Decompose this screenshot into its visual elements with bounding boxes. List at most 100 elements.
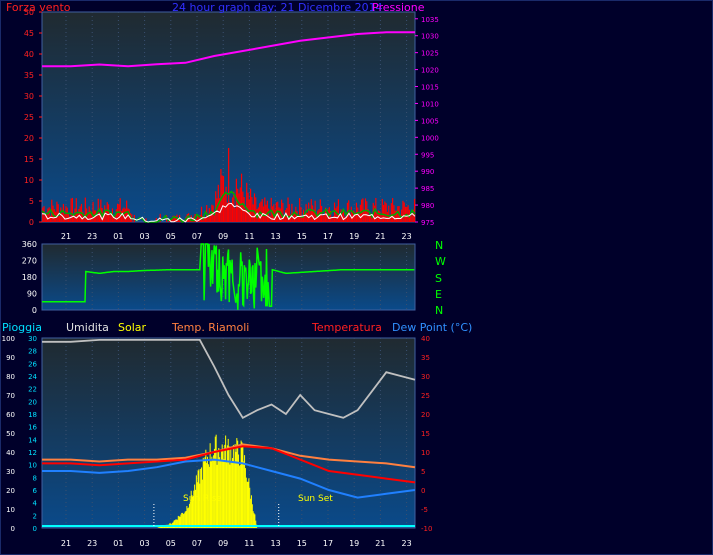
temp-y-tick-label: 0 (421, 487, 425, 495)
direction-y-tick-label: 180 (22, 273, 37, 282)
weather-x-tick-label: 07 (192, 539, 202, 548)
temp-y-tick-label: 5 (421, 468, 425, 476)
compass-label-n-bottom: N (435, 304, 444, 317)
rain-y-tick-label: 28 (28, 348, 37, 356)
rain-y-tick-label: 20 (28, 398, 37, 406)
pressure-y-tick-label: 985 (421, 185, 434, 193)
direction-y-tick-label: 0 (32, 306, 37, 315)
weather-x-tick-label: 23 (402, 539, 412, 548)
weather-x-tick-label: 03 (140, 539, 150, 548)
temp-y-tick-label: 10 (421, 449, 430, 457)
legend-umidita: Umidita (66, 321, 109, 334)
wind-pressure-x-tick-label: 21 (375, 232, 385, 241)
wind-pressure-x-tick-label: 05 (166, 232, 176, 241)
temp-y-tick-label: 20 (421, 411, 430, 419)
wind-axis-title: Forza vento (6, 1, 71, 14)
pressure-y-tick-label: 1020 (421, 67, 439, 75)
compass-label-n-top: N (435, 239, 444, 252)
rain-y-tick-label: 0 (33, 525, 37, 533)
wind-y-tick-label: 25 (24, 113, 34, 122)
sun-rise-label: Sun Rise (183, 494, 222, 504)
direction-y-tick-label: 360 (22, 240, 37, 249)
rain-y-tick-label: 22 (28, 386, 37, 394)
humidity-y-tick-label: 90 (6, 354, 15, 362)
humidity-y-tick-label: 60 (6, 411, 15, 419)
wind-y-tick-label: 45 (24, 29, 34, 38)
pressure-y-tick-label: 980 (421, 202, 434, 210)
pressure-y-tick-label: 1005 (421, 117, 439, 125)
wind-y-tick-label: 0 (29, 218, 34, 227)
humidity-y-tick-label: 80 (6, 373, 15, 381)
weather-x-tick-label: 19 (349, 539, 359, 548)
pressure-y-tick-label: 1015 (421, 84, 439, 92)
wind-pressure-x-tick-label: 23 (402, 232, 412, 241)
charts-svg: 0510152025303540455097598098599099510001… (2, 8, 439, 548)
humidity-y-tick-label: 40 (6, 449, 15, 457)
rain-y-tick-label: 30 (28, 335, 37, 343)
temp-y-tick-label: -5 (421, 506, 428, 514)
rain-y-tick-label: 4 (33, 500, 38, 508)
compass-label-w: W (435, 255, 446, 268)
wind-pressure-x-tick-label: 03 (140, 232, 150, 241)
temp-y-tick-label: 40 (421, 335, 430, 343)
compass-label-s: S (435, 272, 442, 285)
humidity-y-tick-label: 0 (11, 525, 15, 533)
weather-x-tick-label: 15 (297, 539, 307, 548)
wind-y-tick-label: 20 (24, 134, 34, 143)
weather-x-tick-label: 21 (61, 539, 71, 548)
rain-y-tick-label: 24 (28, 373, 37, 381)
legend-temp-riamoli: Temp. Riamoli (172, 321, 250, 334)
rain-y-tick-label: 2 (33, 512, 37, 520)
wind-pressure-x-tick-label: 13 (271, 232, 281, 241)
direction-y-tick-label: 270 (22, 257, 37, 266)
rain-y-tick-label: 12 (28, 449, 37, 457)
humidity-y-tick-label: 70 (6, 392, 15, 400)
wind-pressure-x-tick-label: 19 (349, 232, 359, 241)
wind-y-tick-label: 15 (24, 155, 34, 164)
compass-label-e: E (435, 288, 442, 301)
wind-pressure-x-tick-label: 09 (218, 232, 228, 241)
wind-pressure-x-tick-label: 23 (87, 232, 97, 241)
wind-pressure-x-tick-label: 01 (113, 232, 123, 241)
rain-y-tick-label: 26 (28, 360, 37, 368)
weather-x-tick-label: 11 (244, 539, 254, 548)
wind-pressure-x-tick-label: 07 (192, 232, 202, 241)
wind-y-tick-label: 35 (24, 71, 34, 80)
wind-pressure-x-tick-label: 17 (323, 232, 333, 241)
pressure-axis-title: Pressione (372, 1, 425, 14)
temp-y-tick-label: -10 (421, 525, 432, 533)
pressure-y-tick-label: 975 (421, 219, 434, 227)
legend-pioggia: Pioggia (2, 321, 42, 334)
legend-dew-point: Dew Point (°C) (392, 321, 473, 334)
pressure-y-tick-label: 1035 (421, 16, 439, 24)
legend-temperatura: Temperatura (312, 321, 382, 334)
pressure-y-tick-label: 995 (421, 151, 434, 159)
wind-pressure-x-tick-label: 15 (297, 232, 307, 241)
pressure-y-tick-label: 1025 (421, 50, 439, 58)
temp-y-tick-label: 15 (421, 430, 430, 438)
rain-y-tick-label: 14 (28, 436, 37, 444)
pressure-y-tick-label: 990 (421, 168, 434, 176)
weather-graph-window: 0 5 10 15 20 25 30 35 40 45 50 975 980 985 990 995 1000 1… (0, 0, 713, 555)
weather-x-tick-label: 23 (87, 539, 97, 548)
wind-y-tick-label: 5 (29, 197, 34, 206)
temp-y-tick-label: 35 (421, 354, 430, 362)
pressure-y-tick-label: 1030 (421, 33, 439, 41)
humidity-y-tick-label: 20 (6, 487, 15, 495)
wind-y-tick-label: 40 (24, 50, 34, 59)
rain-y-tick-label: 8 (33, 474, 37, 482)
sun-set-label: Sun Set (298, 494, 333, 504)
weather-x-tick-label: 21 (375, 539, 385, 548)
weather-x-tick-label: 17 (323, 539, 333, 548)
humidity-y-tick-label: 10 (6, 506, 15, 514)
rain-y-tick-label: 6 (33, 487, 38, 495)
weather-x-tick-label: 13 (271, 539, 281, 548)
humidity-y-tick-label: 30 (6, 468, 15, 476)
wind-y-tick-label: 30 (24, 92, 34, 101)
rain-y-tick-label: 10 (28, 462, 37, 470)
wind-y-tick-label: 10 (24, 176, 34, 185)
rain-y-tick-label: 18 (28, 411, 37, 419)
pressure-y-tick-label: 1010 (421, 100, 439, 108)
rain-y-tick-label: 16 (28, 424, 37, 432)
weather-x-tick-label: 01 (113, 539, 123, 548)
